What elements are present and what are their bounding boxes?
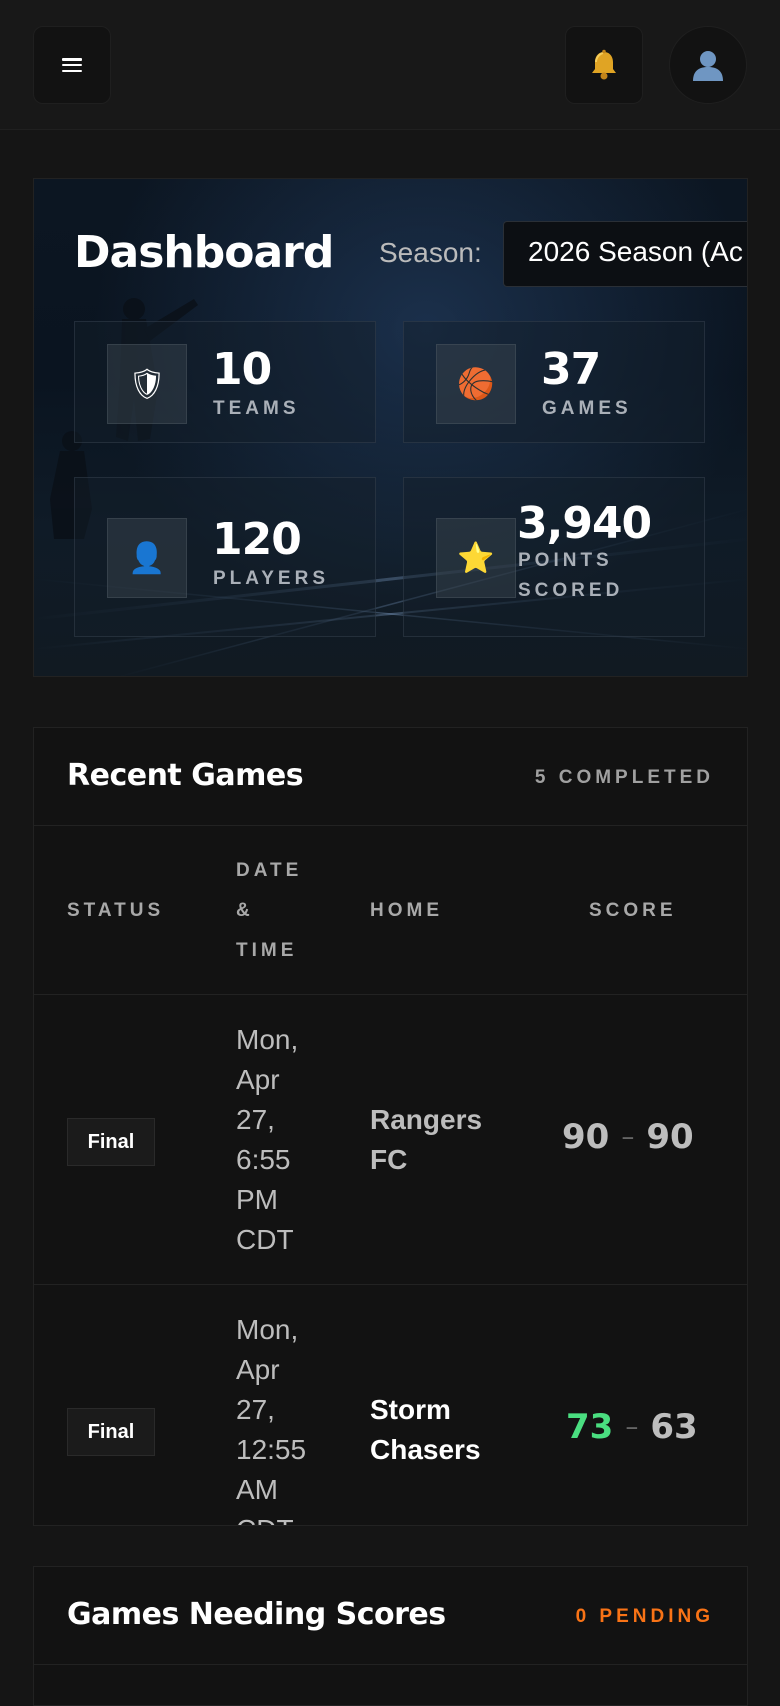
- pending-count: 0 PENDING: [575, 1606, 714, 1627]
- stat-card-games: 🏀 37 GAMES: [403, 321, 705, 443]
- header-line: DATE: [236, 860, 303, 881]
- stat-value: 120: [212, 514, 302, 565]
- datetime-line: Apr: [236, 1064, 280, 1095]
- datetime-line: Apr: [236, 1354, 280, 1385]
- notifications-button[interactable]: [565, 26, 643, 104]
- bell-icon: [592, 49, 616, 80]
- header-line: TIME: [236, 940, 298, 961]
- away-score: 90: [646, 1117, 694, 1157]
- datetime-line: 6:55: [236, 1144, 291, 1175]
- datetime-line: 27,: [236, 1394, 275, 1425]
- stat-label-line: POINTS: [518, 550, 613, 571]
- datetime-line: PM: [236, 1184, 278, 1215]
- status-badge: Final: [67, 1118, 155, 1166]
- game-score: 90–90: [562, 1117, 694, 1157]
- star-icon: ⭐: [436, 518, 516, 598]
- games-needing-scores-card: Games Needing Scores 0 PENDING: [33, 1566, 748, 1706]
- datetime-line: CDT: [236, 1224, 294, 1255]
- user-avatar-icon: [693, 51, 723, 81]
- game-score: 73–63: [566, 1407, 698, 1447]
- datetime-line: Mon,: [236, 1024, 299, 1055]
- datetime-line: 12:55: [236, 1434, 307, 1465]
- table-row[interactable]: Final Mon, Apr 27, 12:55 AM CDT Storm Ch…: [34, 1285, 747, 1525]
- basketball-icon: 🏀: [436, 344, 516, 424]
- stat-value: 10: [212, 344, 272, 395]
- divider: [34, 1664, 747, 1665]
- stat-value: 3,940: [517, 498, 652, 549]
- stat-label: TEAMS: [213, 398, 300, 419]
- score-separator: –: [625, 1412, 639, 1442]
- stat-label: GAMES: [542, 398, 632, 419]
- game-datetime: Mon, Apr 27, 12:55 AM CDT: [236, 1310, 336, 1525]
- stat-label: PLAYERS: [213, 568, 329, 589]
- stat-card-players: 👤 120 PLAYERS: [74, 477, 376, 637]
- stat-card-points: ⭐ 3,940 POINTS SCORED: [403, 477, 705, 637]
- stat-label: POINTS SCORED: [518, 546, 623, 606]
- column-header-datetime[interactable]: DATE & TIME: [236, 851, 302, 971]
- score-separator: –: [621, 1122, 635, 1152]
- status-badge: Final: [67, 1408, 155, 1456]
- season-label: Season:: [379, 237, 482, 268]
- column-header-status[interactable]: STATUS: [67, 891, 164, 931]
- card-title: Games Needing Scores: [67, 1597, 446, 1632]
- season-select[interactable]: 2026 Season (Ac: [503, 221, 747, 287]
- datetime-line: 27,: [236, 1104, 275, 1135]
- shield-icon: 🛡: [107, 344, 187, 424]
- column-header-score[interactable]: SCORE: [589, 891, 677, 931]
- hamburger-icon: [62, 58, 82, 72]
- menu-button[interactable]: [33, 26, 111, 104]
- datetime-line: Mon,: [236, 1314, 299, 1345]
- avatar-button[interactable]: [669, 26, 747, 104]
- header-line: &: [236, 900, 254, 921]
- table-row[interactable]: Final Mon, Apr 27, 6:55 PM CDT Rangers F…: [34, 995, 747, 1285]
- team-name-line: Chasers: [370, 1434, 481, 1465]
- stat-label-line: SCORED: [518, 580, 624, 601]
- datetime-line: CDT: [236, 1510, 336, 1525]
- completed-count: 5 COMPLETED: [534, 767, 714, 788]
- dashboard-hero: Dashboard Season: 2026 Season (Ac 🛡 10 T…: [33, 178, 748, 677]
- home-score: 90: [562, 1117, 610, 1157]
- home-score: 73: [566, 1407, 614, 1447]
- home-team[interactable]: Storm Chasers: [370, 1390, 520, 1470]
- table-header: STATUS DATE & TIME HOME SCORE: [34, 825, 747, 995]
- home-team[interactable]: Rangers FC: [370, 1100, 520, 1180]
- game-datetime: Mon, Apr 27, 6:55 PM CDT: [236, 1020, 336, 1260]
- datetime-line: AM: [236, 1474, 278, 1505]
- column-header-home[interactable]: HOME: [370, 891, 443, 931]
- recent-games-card: Recent Games 5 COMPLETED STATUS DATE & T…: [33, 727, 748, 1526]
- team-name-line: Storm: [370, 1394, 451, 1425]
- stat-card-teams: 🛡 10 TEAMS: [74, 321, 376, 443]
- top-bar: [0, 0, 780, 130]
- player-icon: 👤: [107, 518, 187, 598]
- page-title: Dashboard: [74, 227, 334, 278]
- team-name-line: Rangers: [370, 1104, 483, 1135]
- away-score: 63: [650, 1407, 698, 1447]
- card-title: Recent Games: [67, 758, 304, 793]
- team-name-line: FC: [370, 1144, 408, 1175]
- stat-value: 37: [541, 344, 601, 395]
